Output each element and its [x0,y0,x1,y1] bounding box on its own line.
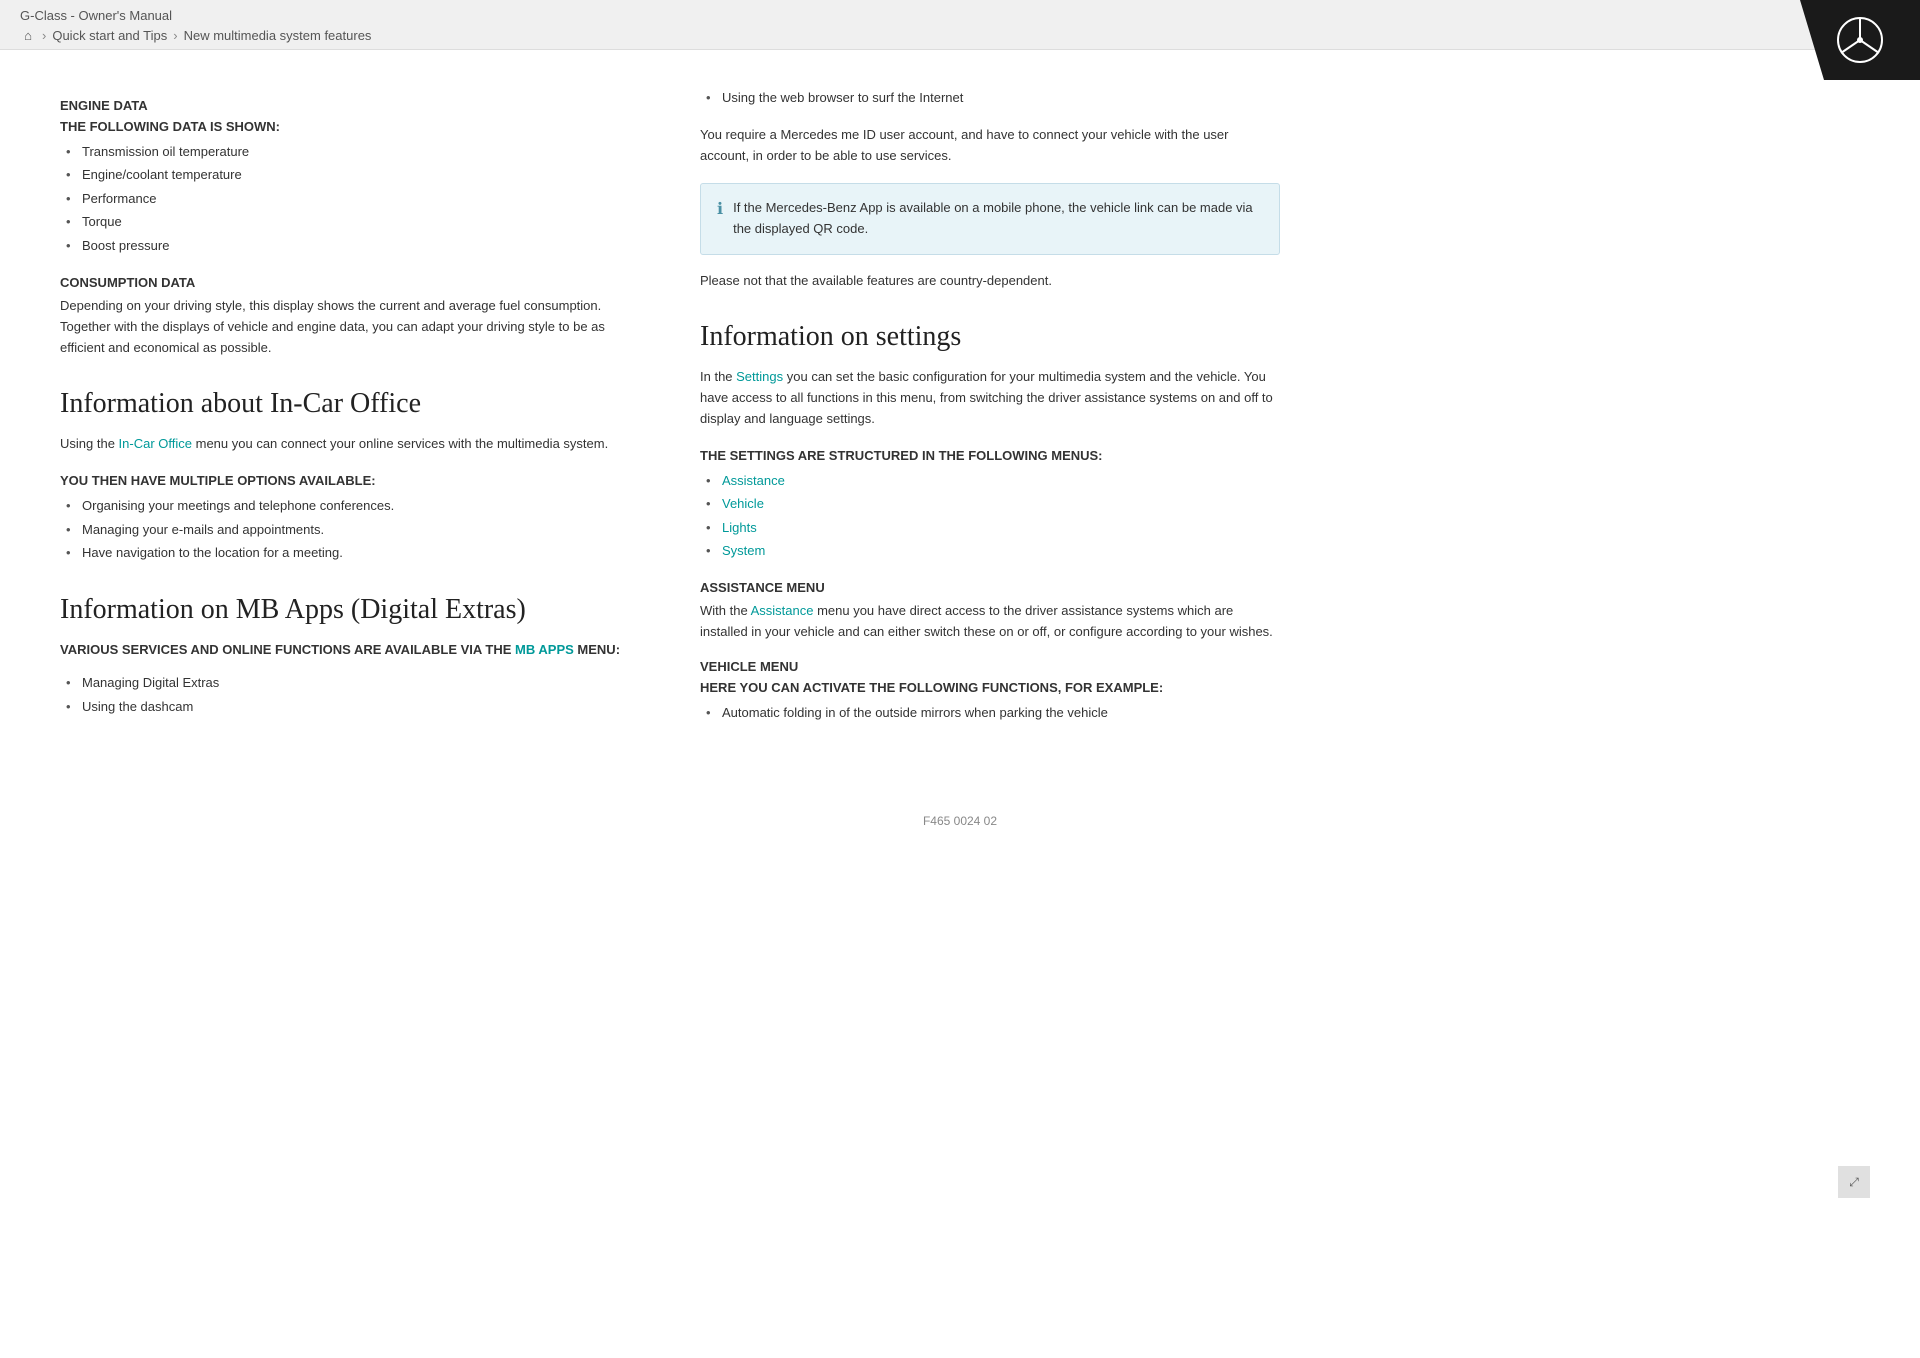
list-item: Have navigation to the location for a me… [60,541,640,564]
vehicle-menu-label: VEHICLE MENU [700,659,1280,674]
list-item-system: System [700,539,1280,562]
mercedes-star-icon [1835,15,1885,65]
assistance-menu-label: ASSISTANCE MENU [700,580,1280,595]
settings-menu-list: Assistance Vehicle Lights System [700,469,1280,563]
engine-data-label: ENGINE DATA [60,98,640,113]
mb-apps-services-label: VARIOUS SERVICES AND ONLINE FUNCTIONS AR… [60,640,640,661]
list-item-vehicle: Vehicle [700,492,1280,515]
info-box: ℹ If the Mercedes-Benz App is available … [700,183,1280,255]
incar-intro-after: menu you can connect your online service… [192,436,608,451]
mb-apps-list: Managing Digital Extras Using the dashca… [60,671,640,718]
list-item-lights: Lights [700,516,1280,539]
incar-intro-before: Using the [60,436,119,451]
footer-code: F465 0024 02 [0,794,1920,848]
assistance-body-before: With the [700,603,751,618]
list-item: Torque [60,210,640,233]
scroll-icon: ⤢ [1849,1175,1859,1190]
assistance-body-link[interactable]: Assistance [751,603,814,618]
list-item: Engine/coolant temperature [60,163,640,186]
vehicle-menu-list: Automatic folding in of the outside mirr… [700,701,1280,724]
settings-link[interactable]: Settings [736,369,783,384]
right-para2: Please not that the available features a… [700,271,1280,292]
list-item: Managing your e-mails and appointments. [60,518,640,541]
list-item-assistance: Assistance [700,469,1280,492]
incar-office-intro: Using the In-Car Office menu you can con… [60,434,640,455]
system-link[interactable]: System [722,543,765,558]
mb-apps-link[interactable]: MB APPS [515,642,574,657]
settings-heading: Information on settings [700,321,1280,353]
list-item: Using the dashcam [60,695,640,718]
vehicle-menu-sub-label: HERE YOU CAN ACTIVATE THE FOLLOWING FUNC… [700,680,1280,695]
consumption-body: Depending on your driving style, this di… [60,296,640,358]
main-content: ENGINE DATA THE FOLLOWING DATA IS SHOWN:… [0,50,1800,774]
right-para1: You require a Mercedes me ID user accoun… [700,125,1280,167]
options-label: YOU THEN HAVE MULTIPLE OPTIONS AVAILABLE… [60,473,640,488]
assistance-link[interactable]: Assistance [722,473,785,488]
engine-data-subsection: THE FOLLOWING DATA IS SHOWN: [60,119,640,134]
scroll-icon-button[interactable]: ⤢ [1838,1166,1870,1198]
list-item: Boost pressure [60,234,640,257]
breadcrumb: ⌂ › Quick start and Tips › New multimedi… [20,27,1900,43]
assistance-menu-body: With the Assistance menu you have direct… [700,601,1280,643]
mercedes-logo [1800,0,1920,80]
info-box-text: If the Mercedes-Benz App is available on… [733,198,1263,240]
header: G-Class - Owner's Manual ⌂ › Quick start… [0,0,1920,50]
list-item: Organising your meetings and telephone c… [60,494,640,517]
menus-label: THE SETTINGS ARE STRUCTURED IN THE FOLLO… [700,448,1280,463]
left-column: ENGINE DATA THE FOLLOWING DATA IS SHOWN:… [60,80,640,734]
consumption-label: CONSUMPTION DATA [60,275,640,290]
breadcrumb-sep-1: › [42,28,46,43]
mb-apps-heading: Information on MB Apps (Digital Extras) [60,594,640,626]
incar-office-link[interactable]: In-Car Office [119,436,192,451]
home-icon[interactable]: ⌂ [20,27,36,43]
settings-intro-rest: you can set the basic configuration for … [700,369,1273,426]
right-column: Using the web browser to surf the Intern… [700,80,1280,734]
incar-office-heading: Information about In-Car Office [60,388,640,420]
incar-options-list: Organising your meetings and telephone c… [60,494,640,564]
list-item: Managing Digital Extras [60,671,640,694]
info-icon: ℹ [717,199,723,219]
breadcrumb-step2: New multimedia system features [184,28,372,43]
mb-apps-label-part2: MENU: [577,642,620,657]
manual-title: G-Class - Owner's Manual [20,8,1900,23]
right-intro-list: Using the web browser to surf the Intern… [700,86,1280,109]
engine-data-list: Transmission oil temperature Engine/cool… [60,140,640,257]
settings-intro: In the Settings you can set the basic co… [700,367,1280,429]
list-item: Using the web browser to surf the Intern… [700,86,1280,109]
mb-apps-label-part1: VARIOUS SERVICES AND ONLINE FUNCTIONS AR… [60,642,511,657]
list-item: Performance [60,187,640,210]
list-item: Automatic folding in of the outside mirr… [700,701,1280,724]
vehicle-link[interactable]: Vehicle [722,496,764,511]
breadcrumb-step1[interactable]: Quick start and Tips [52,28,167,43]
breadcrumb-sep-2: › [173,28,177,43]
list-item: Transmission oil temperature [60,140,640,163]
lights-link[interactable]: Lights [722,520,757,535]
